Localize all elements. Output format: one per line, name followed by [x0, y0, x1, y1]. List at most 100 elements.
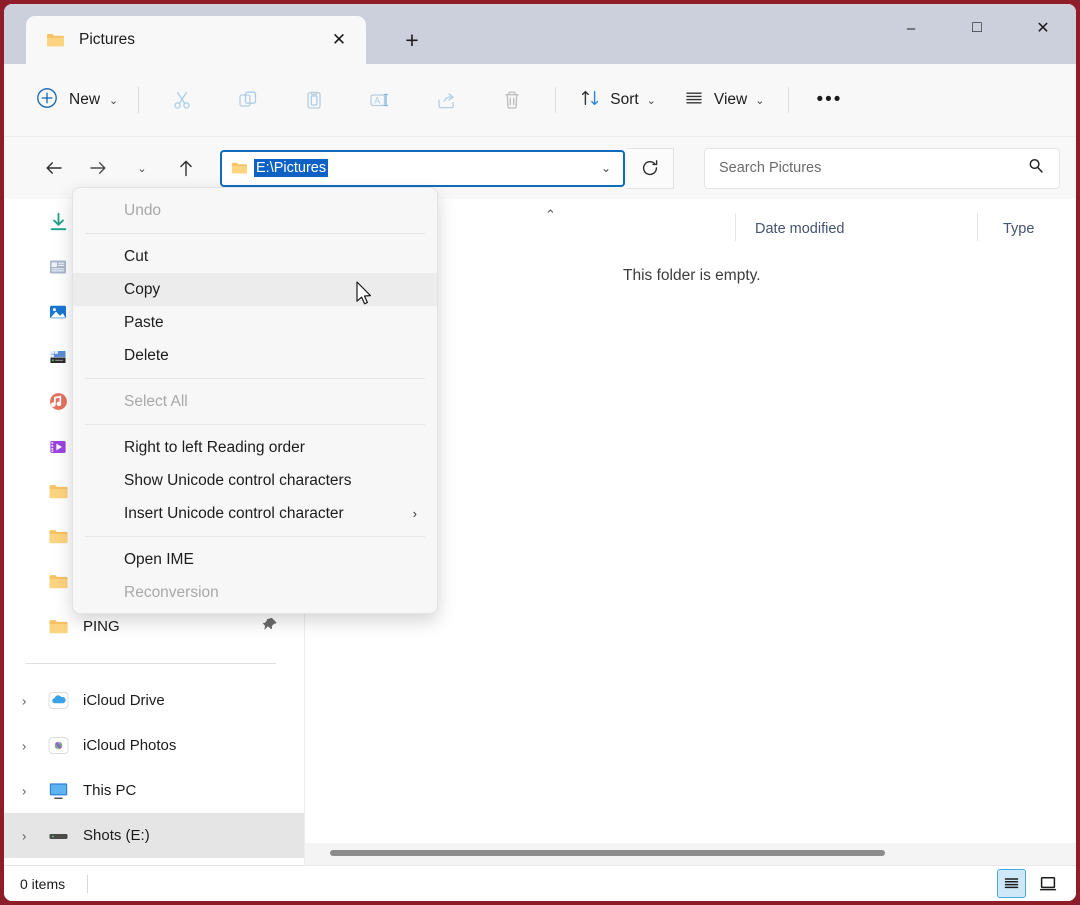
horizontal-scrollbar-track[interactable]	[305, 843, 1076, 865]
toolbar-divider-2	[555, 87, 557, 113]
new-button[interactable]: New ⌄	[30, 81, 128, 119]
sidebar-item-icloud-photos[interactable]: › iCloud Photos	[4, 723, 304, 768]
search-input[interactable]: Search Pictures	[704, 147, 1060, 189]
command-bar: New ⌄ A Sort ⌄ View ⌄ •••	[4, 64, 1076, 137]
sidebar-item-label: Shots (E:)	[83, 827, 150, 844]
up-button[interactable]	[168, 150, 204, 186]
mouse-cursor	[356, 281, 374, 313]
chevron-right-icon[interactable]: ›	[22, 828, 26, 843]
this-pc-icon	[48, 781, 74, 800]
menu-item-insert-unicode-control-character[interactable]: Insert Unicode control character ›	[73, 497, 437, 530]
paste-button[interactable]	[292, 80, 336, 120]
menu-item-copy[interactable]: Copy	[73, 273, 437, 306]
folder-icon	[46, 32, 65, 48]
menu-item-label: Right to left Reading order	[124, 438, 305, 456]
menu-separator-4	[85, 536, 425, 537]
menu-item-label: Reconversion	[124, 583, 219, 601]
menu-item-select-all: Select All	[73, 385, 437, 418]
new-tab-button[interactable]: +	[392, 20, 432, 60]
menu-item-label: Paste	[124, 313, 164, 331]
screenshots-icon	[48, 347, 74, 367]
toolbar-divider-3	[788, 87, 790, 113]
close-icon[interactable]: ✕	[324, 25, 354, 55]
column-header-type[interactable]: Type	[1003, 221, 1034, 237]
refresh-button[interactable]	[627, 147, 674, 189]
new-button-label: New	[69, 91, 101, 108]
status-bar: 0 items	[4, 865, 1076, 901]
documents-icon	[48, 257, 74, 277]
menu-item-label: Insert Unicode control character	[124, 504, 344, 522]
sort-icon	[580, 88, 600, 113]
file-explorer-window: Pictures ✕ + – □ ✕ New ⌄ A Sort ⌄ View ⌄…	[0, 0, 1080, 905]
chevron-right-icon[interactable]: ›	[22, 693, 26, 708]
menu-item-show-unicode-control-characters[interactable]: Show Unicode control characters	[73, 464, 437, 497]
sort-button[interactable]: Sort ⌄	[570, 81, 666, 119]
details-view-button[interactable]	[997, 869, 1026, 898]
minimize-button[interactable]: –	[878, 4, 944, 52]
sort-button-label: Sort	[610, 91, 639, 108]
sidebar-item-icloud-drive[interactable]: › iCloud Drive	[4, 678, 304, 723]
chevron-down-icon[interactable]: ⌄	[595, 161, 617, 175]
recent-locations-button[interactable]: ⌄	[124, 150, 160, 186]
sidebar-item-label: PING	[83, 618, 120, 635]
view-button-label: View	[713, 91, 748, 108]
back-button[interactable]	[36, 150, 72, 186]
rename-button[interactable]: A	[358, 80, 402, 120]
menu-separator-2	[85, 378, 425, 379]
chevron-right-icon[interactable]: ›	[22, 783, 26, 798]
tab-pictures[interactable]: Pictures ✕	[26, 16, 366, 64]
view-list-icon	[684, 88, 704, 113]
folder-icon	[48, 483, 74, 500]
chevron-right-icon: ›	[412, 506, 417, 521]
menu-item-label: Show Unicode control characters	[124, 471, 352, 489]
menu-item-label: Open IME	[124, 550, 194, 568]
view-button[interactable]: View ⌄	[674, 81, 775, 119]
sidebar-item-this-pc[interactable]: › This PC	[4, 768, 304, 813]
address-input[interactable]: E:\Pictures ⌄	[220, 149, 625, 187]
maximize-button[interactable]: □	[944, 4, 1010, 52]
cut-button[interactable]	[160, 80, 204, 120]
empty-folder-message: This folder is empty.	[623, 267, 761, 284]
title-bar: Pictures ✕ + – □ ✕	[4, 4, 1076, 64]
column-divider-2[interactable]	[977, 213, 978, 241]
menu-item-label: Delete	[124, 346, 169, 364]
menu-item-cut[interactable]: Cut	[73, 240, 437, 273]
chevron-down-icon: ⌄	[109, 94, 119, 107]
chevron-down-icon: ⌄	[646, 94, 656, 107]
folder-icon	[48, 528, 74, 545]
sidebar-item-shots-e[interactable]: › Shots (E:)	[4, 813, 304, 858]
icloud-drive-icon	[48, 690, 74, 711]
videos-icon	[48, 437, 74, 457]
menu-item-open-ime[interactable]: Open IME	[73, 543, 437, 576]
column-header-date-modified[interactable]: Date modified	[755, 221, 844, 237]
horizontal-scrollbar-thumb[interactable]	[330, 850, 885, 856]
toolbar-divider-1	[138, 87, 140, 113]
menu-item-delete[interactable]: Delete	[73, 339, 437, 372]
close-window-button[interactable]: ✕	[1010, 4, 1076, 52]
large-icons-view-button[interactable]	[1033, 869, 1062, 898]
folder-icon	[48, 618, 74, 635]
menu-item-label: Select All	[124, 392, 188, 410]
forward-button[interactable]	[80, 150, 116, 186]
menu-separator-3	[85, 424, 425, 425]
share-button[interactable]	[424, 80, 468, 120]
sidebar-item-label: iCloud Drive	[83, 692, 165, 709]
delete-button[interactable]	[490, 80, 534, 120]
search-icon[interactable]	[1027, 157, 1045, 180]
pictures-icon	[48, 302, 74, 322]
pin-icon[interactable]	[262, 616, 278, 637]
search-placeholder: Search Pictures	[719, 160, 822, 176]
more-options-button[interactable]: •••	[805, 81, 853, 119]
copy-button[interactable]	[226, 80, 270, 120]
menu-item-paste[interactable]: Paste	[73, 306, 437, 339]
tab-title: Pictures	[79, 31, 135, 48]
column-divider-1[interactable]	[735, 213, 736, 241]
edit-context-menu[interactable]: Undo Cut Copy Paste Delete Select All Ri…	[72, 187, 438, 614]
menu-item-right-to-left-reading-order[interactable]: Right to left Reading order	[73, 431, 437, 464]
folder-icon	[48, 573, 74, 590]
menu-item-label: Undo	[124, 201, 162, 219]
chevron-right-icon[interactable]: ›	[22, 738, 26, 753]
icloud-photos-icon	[48, 735, 74, 756]
menu-separator-1	[85, 233, 425, 234]
address-path-text: E:\Pictures	[254, 159, 329, 177]
